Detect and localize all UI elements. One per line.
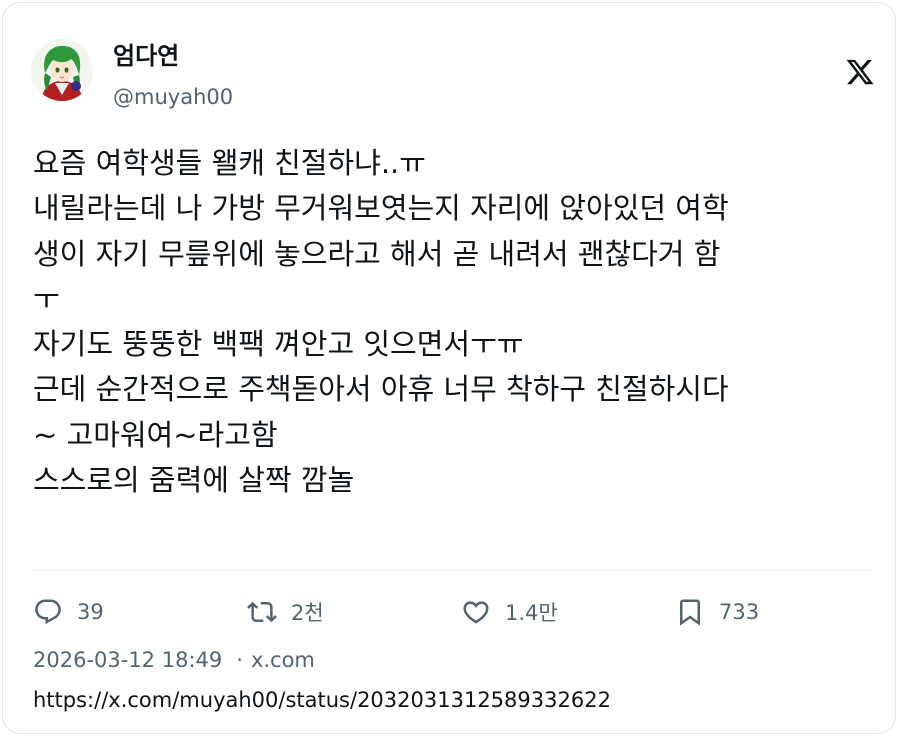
handle[interactable]: @muyah00 xyxy=(113,83,233,111)
source-domain[interactable]: x.com xyxy=(251,648,315,672)
tweet-line: 자기도 뚱뚱한 백팩 껴안고 잇으면서ㅜㅠ xyxy=(33,327,524,362)
tweet-card: 엄다연 @muyah00 요즘 여학생들 왤캐 친절하냐..ㅠ 내릴라는데 나 … xyxy=(2,2,896,734)
tweet-line: 내릴라는데 나 가방 무거워보엿는지 자리에 앉아있던 여학 xyxy=(33,191,729,226)
tweet-meta: 2026-03-12 18:49 · x.com xyxy=(33,645,315,675)
reply-icon xyxy=(35,599,61,625)
avatar[interactable] xyxy=(31,39,93,101)
bookmark-icon xyxy=(680,599,700,626)
like-button[interactable]: 1.4만 xyxy=(461,595,558,629)
heart-icon xyxy=(463,601,489,624)
tweet-line: 요즘 여학생들 왤캐 친절하냐..ㅠ xyxy=(33,146,426,180)
display-name[interactable]: 엄다연 xyxy=(113,41,179,71)
repost-icon xyxy=(247,601,277,623)
repost-count: 2천 xyxy=(291,601,324,625)
meta-separator: · xyxy=(236,648,243,672)
bookmark-button[interactable]: 733 xyxy=(675,595,759,629)
tweet-text: 요즘 여학생들 왤캐 친절하냐..ㅠ 내릴라는데 나 가방 무거워보엿는지 자리… xyxy=(33,141,873,503)
divider xyxy=(33,570,873,571)
reply-button[interactable]: 39 xyxy=(33,595,104,629)
tweet-line: 스스로의 줌력에 살짝 깜놀 xyxy=(33,463,355,498)
tweet-line: 생이 자기 무릎위에 놓으라고 해서 곧 내려서 괜찮다거 함 xyxy=(33,236,721,271)
like-count: 1.4만 xyxy=(505,601,558,625)
repost-button[interactable]: 2천 xyxy=(247,595,324,629)
tweet-line: ~ 고마워여~라고함 xyxy=(33,417,278,452)
reply-count: 39 xyxy=(77,600,104,624)
bookmark-count: 733 xyxy=(719,600,760,624)
tweet-line: ㅜ xyxy=(33,281,60,316)
tweet-line: 근데 순간적으로 주책돋아서 아휴 너무 착하구 친절하시다 xyxy=(33,372,729,407)
timestamp[interactable]: 2026-03-12 18:49 xyxy=(33,648,222,672)
x-logo-icon[interactable] xyxy=(845,57,875,87)
status-url[interactable]: https://x.com/muyah00/status/20320313125… xyxy=(33,685,611,715)
